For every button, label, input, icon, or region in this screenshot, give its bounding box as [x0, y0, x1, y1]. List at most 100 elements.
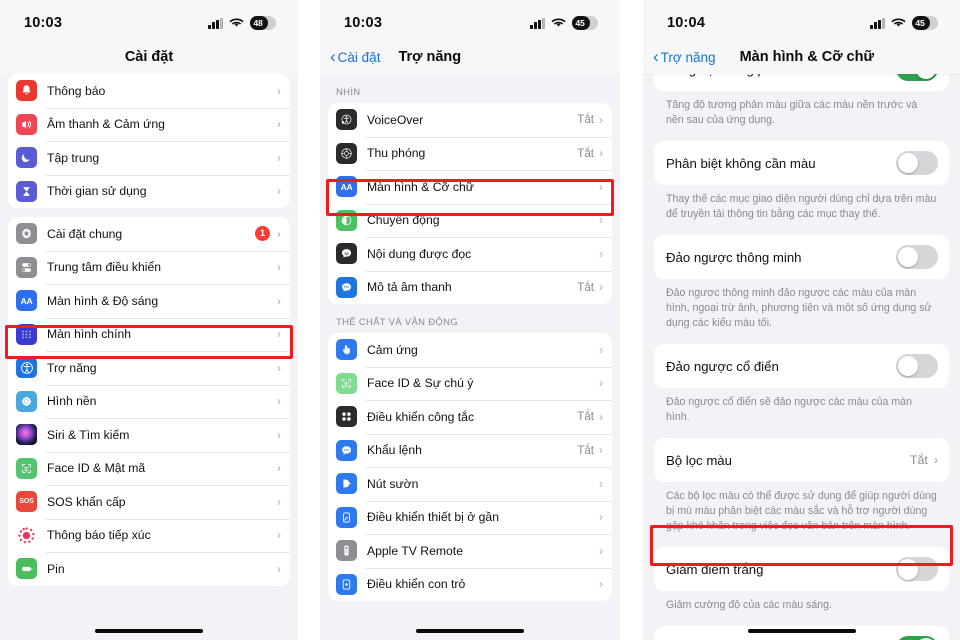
list-item-motion[interactable]: Chuyển động › — [328, 203, 612, 237]
sidebar-item-accessibility[interactable]: Trợ năng › — [8, 351, 290, 385]
status-indicators: 45 — [530, 16, 598, 30]
nav-bar: ‹ Cài đặt Trợ năng — [320, 40, 620, 74]
list-item-value: Tắt — [577, 443, 594, 457]
voice-control-icon — [336, 439, 357, 461]
wifi-icon — [891, 18, 906, 29]
chevron-right-icon: › — [599, 112, 603, 127]
list-item-display-text-size[interactable]: AA Màn hình & Cỡ chữ › — [328, 170, 612, 204]
list-item-voice-control[interactable]: Khẩu lệnh Tắt › — [328, 433, 612, 467]
spoken-content-icon: sp — [336, 243, 357, 265]
sidebar-item-label: Cài đặt chung — [47, 226, 123, 241]
smart-invert-toggle[interactable] — [896, 245, 938, 270]
list-item-label: Điều khiển thiết bị ở gần — [367, 510, 499, 525]
list-item-label: Cảm ứng — [367, 342, 418, 357]
chevron-right-icon: › — [277, 327, 281, 342]
setting-label: Tăng độ tương phản — [666, 74, 787, 77]
auto-brightness-toggle[interactable] — [896, 636, 938, 640]
list-item-pointer-control[interactable]: Điều khiển con trỏ › — [328, 567, 612, 601]
list-item-voiceover[interactable]: VoiceOver Tắt › — [328, 103, 612, 137]
sidebar-item-display-brightness[interactable]: AA Màn hình & Độ sáng › — [8, 284, 290, 318]
home-indicator — [95, 628, 203, 633]
status-indicators: 45 — [870, 16, 938, 30]
chevron-right-icon: › — [599, 246, 603, 261]
back-button[interactable]: ‹ Trợ năng — [653, 48, 716, 65]
classic-invert-toggle[interactable] — [896, 354, 938, 379]
setting-row-increase-contrast[interactable]: Tăng độ tương phản — [654, 74, 949, 91]
differentiate-without-color-toggle[interactable] — [896, 151, 938, 176]
setting-description: Các bộ lọc màu có thể được sử dụng để gi… — [666, 490, 937, 533]
list-item-switch-control[interactable]: Điều khiển công tắc Tắt › — [328, 400, 612, 434]
page-title: Trợ năng — [398, 49, 462, 65]
setting-label: Bộ lọc màu — [666, 452, 732, 468]
home-screen-grid-icon — [16, 323, 37, 345]
list-item-nearby-device-control[interactable]: Điều khiển thiết bị ở gần › — [328, 500, 612, 534]
sidebar-item-exposure-notification[interactable]: Thông báo tiếp xúc › — [8, 518, 290, 552]
sidebar-item-battery[interactable]: Pin › — [8, 552, 290, 586]
settings-group-vision: VoiceOver Tắt › Thu phóng Tắt › AA Màn h… — [328, 103, 612, 304]
sounds-haptics-icon — [16, 113, 37, 135]
sidebar-item-screen-time[interactable]: Thời gian sử dụng › — [8, 174, 290, 208]
list-item-label: Màn hình & Cỡ chữ — [367, 179, 474, 194]
setting-block-increase-contrast-partial: Tăng độ tương phản — [654, 74, 949, 91]
sidebar-item-home-screen[interactable]: Màn hình chính › — [8, 317, 290, 351]
status-bar: 10:03 48 — [0, 0, 298, 40]
chevron-right-icon: › — [277, 494, 281, 509]
list-item-zoom[interactable]: Thu phóng Tắt › — [328, 136, 612, 170]
setting-row-differentiate-without-color[interactable]: Phân biệt không cần màu — [654, 141, 949, 186]
svg-text:sp: sp — [344, 252, 349, 256]
setting-block-smart-invert: Đảo ngược thông minh Đảo ngược thông min… — [654, 235, 949, 331]
sidebar-item-control-center[interactable]: Trung tâm điều khiển › — [8, 250, 290, 284]
sidebar-item-sounds[interactable]: Âm thanh & Cảm ứng › — [8, 107, 290, 141]
screen-time-hourglass-icon — [16, 180, 37, 202]
sidebar-item-focus[interactable]: Tập trung › — [8, 141, 290, 175]
list-item-audio-descriptions[interactable]: Mô tả âm thanh Tắt › — [328, 270, 612, 304]
increase-contrast-toggle[interactable] — [896, 74, 938, 81]
sidebar-item-general[interactable]: Cài đặt chung 1 › — [8, 217, 290, 251]
list-item-touch[interactable]: Cảm ứng › — [328, 333, 612, 367]
list-item-spoken-content[interactable]: sp Nội dung được đọc › — [328, 237, 612, 271]
chevron-right-icon: › — [277, 117, 281, 132]
setting-row-color-filters[interactable]: Bộ lọc màu Tắt › — [654, 438, 949, 483]
cellular-signal-icon — [530, 18, 545, 29]
exposure-notification-icon — [16, 524, 37, 546]
accessibility-list[interactable]: NHÌN VoiceOver Tắt › Thu phóng Tắt › AA … — [320, 74, 620, 640]
setting-value: Tắt — [909, 453, 928, 468]
siri-icon — [16, 424, 37, 446]
setting-row-smart-invert[interactable]: Đảo ngược thông minh — [654, 235, 949, 280]
list-item-face-id-attention[interactable]: Face ID & Sự chú ý › — [328, 366, 612, 400]
sidebar-item-label: Màn hình chính — [47, 327, 132, 342]
motion-icon — [336, 209, 357, 231]
settings-list[interactable]: Thông báo › Âm thanh & Cảm ứng › Tập tru… — [0, 74, 298, 640]
sidebar-item-label: SOS khẩn cấp — [47, 494, 126, 509]
sidebar-item-wallpaper[interactable]: Hình nền › — [8, 384, 290, 418]
sidebar-item-label: Tập trung — [47, 150, 100, 165]
list-item-side-button[interactable]: Nút sườn › — [328, 467, 612, 501]
status-indicators: 48 — [208, 16, 276, 30]
list-item-label: Thu phóng — [367, 146, 426, 161]
sidebar-item-face-id[interactable]: Face ID & Mật mã › — [8, 451, 290, 485]
list-item-label: Điều khiển con trỏ — [367, 577, 466, 592]
setting-label: Đảo ngược thông minh — [666, 249, 802, 265]
cellular-signal-icon — [208, 18, 223, 29]
setting-row-reduce-white-point[interactable]: Giảm điểm trắng — [654, 547, 949, 592]
back-button[interactable]: ‹ Cài đặt — [330, 47, 380, 66]
list-item-value: Tắt — [577, 280, 594, 294]
reduce-white-point-toggle[interactable] — [896, 557, 938, 582]
display-text-size-list[interactable]: Tăng độ tương phản Tăng độ tương phản mà… — [643, 74, 960, 640]
nearby-device-icon — [336, 506, 357, 528]
setting-row-classic-invert[interactable]: Đảo ngược cổ điển — [654, 344, 949, 389]
battery-icon — [16, 558, 37, 580]
battery-indicator: 45 — [572, 16, 598, 30]
chevron-left-icon: ‹ — [330, 47, 336, 66]
sidebar-item-notifications[interactable]: Thông báo › — [8, 74, 290, 108]
sidebar-item-emergency-sos[interactable]: SOS SOS khẩn cấp › — [8, 485, 290, 519]
phone-panel-accessibility: 10:03 45 ‹ Cài đặt Trợ năng NHÌN VoiceOv… — [320, 0, 620, 640]
battery-percent: 48 — [253, 18, 263, 28]
chevron-right-icon: › — [599, 443, 603, 458]
chevron-right-icon: › — [277, 226, 281, 241]
list-item-apple-tv-remote[interactable]: Apple TV Remote › — [328, 534, 612, 568]
sidebar-item-siri-search[interactable]: Siri & Tìm kiếm › — [8, 418, 290, 452]
setting-description: Tăng độ tương phản màu giữa các màu nền … — [666, 99, 918, 127]
page-title: Màn hình & Cỡ chữ — [739, 49, 874, 65]
chevron-right-icon: › — [277, 150, 281, 165]
